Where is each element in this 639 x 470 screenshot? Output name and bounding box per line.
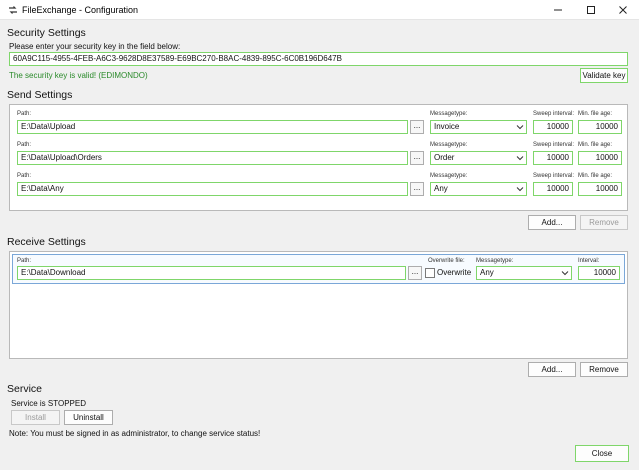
send-sweep-label: Sweep interval: [533,173,575,179]
service-status: Service is STOPPED [11,399,86,408]
send-add-button[interactable]: Add... [528,215,576,230]
send-path-input[interactable]: E:\Data\Upload [17,120,408,134]
receive-remove-button[interactable]: Remove [580,362,628,377]
send-sweep-label: Sweep interval: [533,142,575,148]
send-settings-title: Send Settings [7,89,73,101]
receive-messagetype-label: Messagetype: [476,258,514,264]
chevron-down-icon [516,125,524,130]
send-sweep-input[interactable]: 10000 [533,151,573,165]
minimize-icon [553,9,562,11]
chevron-down-icon [561,271,569,276]
install-button[interactable]: Install [11,410,60,425]
send-messagetype-label: Messagetype: [430,173,468,179]
send-minage-input[interactable]: 10000 [578,182,622,196]
uninstall-button[interactable]: Uninstall [64,410,113,425]
send-browse-button[interactable]: ... [410,120,424,134]
chevron-down-icon [516,187,524,192]
send-path-label: Path: [17,173,32,179]
send-minage-input[interactable]: 10000 [578,151,622,165]
receive-path-input[interactable]: E:\Data\Download [17,266,406,280]
receive-path-label: Path: [17,258,32,264]
send-browse-button[interactable]: ... [410,151,424,165]
maximize-icon [586,6,595,14]
send-path-input[interactable]: E:\Data\Any [17,182,408,196]
send-messagetype-label: Messagetype: [430,111,468,117]
receive-overwrite-file-label: Overwrite file: [428,258,465,264]
send-messagetype-value: Order [434,153,455,162]
chevron-down-icon [516,156,524,161]
send-sweep-input[interactable]: 10000 [533,120,573,134]
send-path-label: Path: [17,111,32,117]
send-minage-input[interactable]: 10000 [578,120,622,134]
send-minage-label: Min. file age: [578,142,613,148]
security-key-prompt: Please enter your security key in the fi… [9,42,181,51]
receive-browse-button[interactable]: ... [408,266,422,280]
receive-messagetype-value: Any [480,268,494,277]
maximize-button[interactable] [574,0,607,20]
close-window-button[interactable] [606,0,639,20]
title-bar: FileExchange - Configuration [0,0,639,20]
receive-interval-label: Interval: [578,258,600,264]
validate-key-button[interactable]: Validate key [580,68,628,83]
send-messagetype-select[interactable]: Invoice [430,120,527,134]
close-button[interactable]: Close [575,445,629,462]
security-key-valid-message: The security key is valid! (EDIMONDO) [9,71,148,80]
security-key-input[interactable]: 60A9C115-4955-4FEB-A6C3-9628D8E37589-E69… [9,52,628,66]
send-messagetype-select[interactable]: Any [430,182,527,196]
send-messagetype-value: Invoice [434,122,460,131]
window-title: FileExchange - Configuration [22,5,139,15]
send-remove-button[interactable]: Remove [580,215,628,230]
overwrite-checkbox[interactable] [425,268,435,278]
security-settings-title: Security Settings [7,27,86,39]
admin-note: Note: You must be signed in as administr… [9,429,261,438]
receive-settings-title: Receive Settings [7,236,86,248]
minimize-button[interactable] [541,0,574,20]
send-path-label: Path: [17,142,32,148]
send-path-input[interactable]: E:\Data\Upload\Orders [17,151,408,165]
send-messagetype-select[interactable]: Order [430,151,527,165]
send-browse-button[interactable]: ... [410,182,424,196]
close-icon [618,6,627,14]
app-icon [9,6,17,14]
service-title: Service [7,383,43,395]
send-sweep-input[interactable]: 10000 [533,182,573,196]
receive-add-button[interactable]: Add... [528,362,576,377]
send-messagetype-value: Any [434,184,448,193]
receive-messagetype-select[interactable]: Any [476,266,572,280]
receive-interval-input[interactable]: 10000 [578,266,620,280]
send-minage-label: Min. file age: [578,173,613,179]
overwrite-label: Overwrite [437,268,472,277]
send-sweep-label: Sweep interval: [533,111,575,117]
send-messagetype-label: Messagetype: [430,142,468,148]
send-minage-label: Min. file age: [578,111,613,117]
